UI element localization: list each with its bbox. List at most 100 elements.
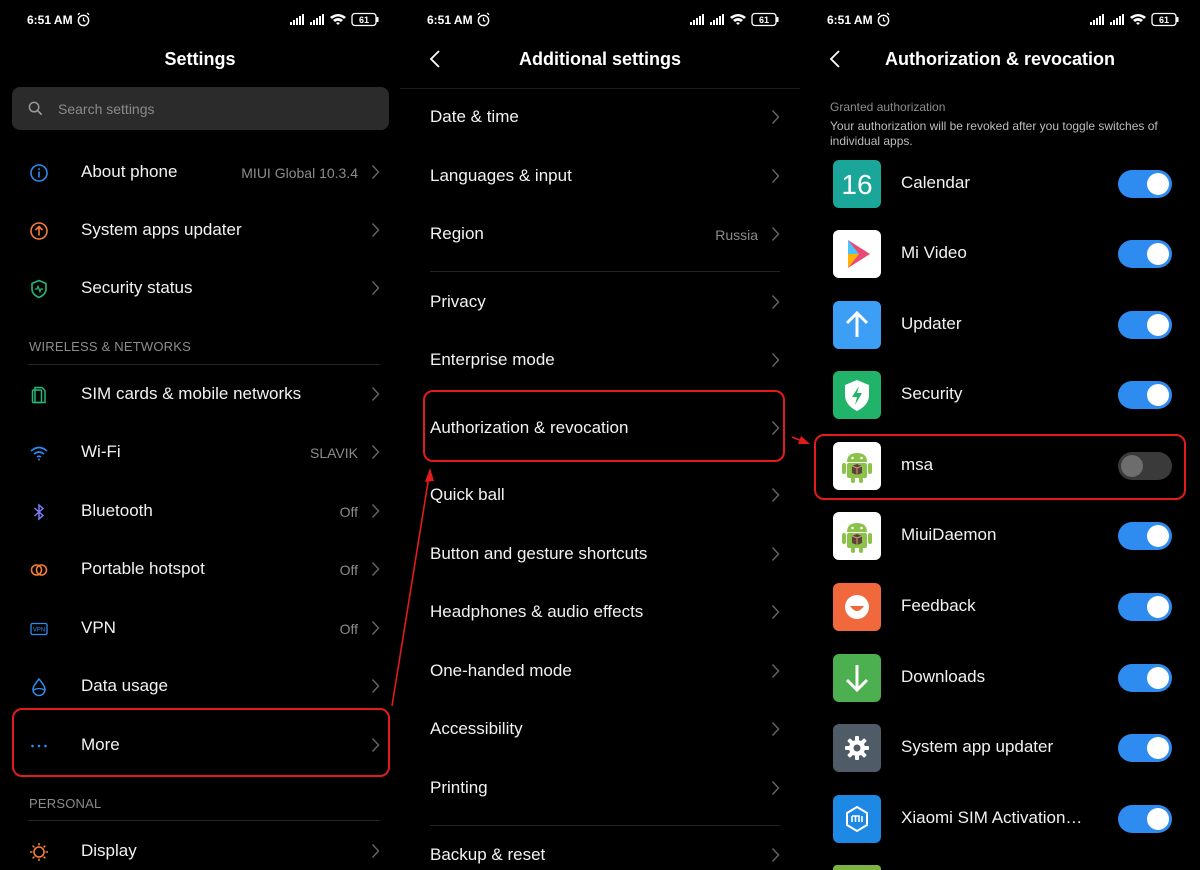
settings-item-label: About phone (81, 162, 178, 181)
toggle-switch[interactable] (1118, 170, 1172, 198)
app-row-system-app-updater: System app updater (800, 712, 1200, 782)
vpn-icon: VPN (30, 622, 48, 636)
chevron-right-icon (771, 295, 780, 309)
toggle-switch[interactable] (1118, 805, 1172, 833)
app-name: Feedback (901, 596, 976, 615)
chevron-right-icon (771, 227, 780, 241)
app-row-mi-video: Mi Video (800, 218, 1200, 288)
settings-item-accessibility[interactable]: Accessibility (400, 701, 800, 757)
settings-item-system-apps-updater[interactable]: System apps updater (0, 202, 400, 258)
app-name: Security (901, 384, 963, 403)
settings-item-portable-hotspot[interactable]: Portable hotspot Off (0, 541, 400, 597)
svg-text:VPN: VPN (33, 628, 45, 634)
search-placeholder: Search settings (58, 101, 155, 117)
section-header-wireless: WIRELESS & NETWORKS (29, 339, 191, 354)
settings-item-value: Russia (715, 227, 758, 243)
status-icons: 61 (690, 12, 779, 27)
page-title: Settings (164, 49, 236, 69)
settings-item-region[interactable]: Region Russia (400, 206, 800, 262)
settings-item-label: Wi-Fi (81, 442, 121, 461)
page-title: Additional settings (519, 49, 681, 69)
app-name: Downloads (901, 667, 986, 686)
settings-item-date-time[interactable]: Date & time (400, 89, 800, 145)
settings-item-data-usage[interactable]: Data usage (0, 658, 400, 714)
search-input[interactable]: Search settings (12, 87, 389, 130)
settings-item-one-handed-mode[interactable]: One-handed mode (400, 643, 800, 699)
status-bar: 6:51 AM 61 (400, 0, 800, 40)
settings-item-vpn[interactable]: VPN VPN Off (0, 600, 400, 656)
settings-item-label: Button and gesture shortcuts (430, 544, 648, 563)
settings-item-label: Headphones & audio effects (430, 602, 644, 621)
settings-item-value: MIUI Global 10.3.4 (241, 165, 358, 181)
toggle-switch[interactable] (1118, 381, 1172, 409)
toggle-knob (1147, 384, 1169, 406)
section-header-personal: PERSONAL (29, 796, 102, 811)
settings-item-printing[interactable]: Printing (400, 760, 800, 816)
settings-item-bluetooth[interactable]: Bluetooth Off (0, 483, 400, 539)
settings-item-quick-ball[interactable]: Quick ball (400, 467, 800, 523)
toggle-switch[interactable] (1118, 240, 1172, 268)
granted-heading: Granted authorization (830, 100, 946, 114)
settings-item-enterprise-mode[interactable]: Enterprise mode (400, 332, 800, 388)
settings-item-label: Enterprise mode (430, 350, 555, 369)
settings-item-privacy[interactable]: Privacy (400, 274, 800, 330)
settings-item-label: Security status (81, 278, 193, 297)
chevron-right-icon (771, 722, 780, 736)
alarm-icon (877, 12, 890, 27)
data-usage-icon (32, 677, 46, 697)
settings-item-languages[interactable]: Languages & input (400, 148, 800, 204)
toggle-knob (1147, 243, 1169, 265)
settings-item-label: Printing (430, 778, 488, 797)
app-row-calendar: 16 Calendar (800, 148, 1200, 218)
calendar-icon-text: 16 (841, 169, 873, 200)
settings-item-label: Data usage (81, 676, 168, 695)
status-bar: 6:51 AM 61 (800, 0, 1200, 40)
android-icon (833, 512, 881, 560)
calendar-icon: 16 (833, 160, 881, 208)
settings-item-value: Off (339, 562, 358, 578)
settings-item-headphones[interactable]: Headphones & audio effects (400, 584, 800, 640)
settings-item-label: Quick ball (430, 485, 505, 504)
chevron-right-icon (771, 169, 780, 183)
highlight-box-more (12, 708, 390, 777)
settings-item-about-phone[interactable]: About phone MIUI Global 10.3.4 (0, 144, 400, 200)
settings-item-display[interactable]: Display (0, 823, 400, 870)
updater-icon (833, 301, 881, 349)
settings-item-label: Date & time (430, 107, 519, 126)
chevron-right-icon (371, 223, 380, 237)
app-name: Calendar (901, 173, 970, 192)
divider (430, 271, 780, 272)
settings-item-button-gesture-shortcuts[interactable]: Button and gesture shortcuts (400, 526, 800, 582)
chevron-right-icon (371, 165, 380, 179)
feedback-icon (833, 583, 881, 631)
header: Additional settings (400, 40, 800, 80)
alarm-icon (77, 12, 90, 27)
toggle-switch[interactable] (1118, 311, 1172, 339)
settings-item-label: One-handed mode (430, 661, 572, 680)
chevron-right-icon (371, 387, 380, 401)
settings-item-label: Region (430, 224, 484, 243)
app-row-feedback: Feedback (800, 571, 1200, 641)
settings-item-label: VPN (81, 618, 116, 637)
app-row-security: Security (800, 359, 1200, 429)
shield-icon (31, 279, 47, 299)
chevron-right-icon (371, 844, 380, 858)
settings-item-security-status[interactable]: Security status (0, 260, 400, 316)
toggle-switch[interactable] (1118, 664, 1172, 692)
toggle-knob (1147, 737, 1169, 759)
settings-item-label: Privacy (430, 292, 486, 311)
settings-item-wifi[interactable]: Wi-Fi SLAVIK (0, 424, 400, 480)
app-name: System app updater (901, 737, 1054, 756)
toggle-switch[interactable] (1118, 522, 1172, 550)
chevron-right-icon (771, 353, 780, 367)
settings-item-sim-cards[interactable]: SIM cards & mobile networks (0, 366, 400, 422)
granted-description: Your authorization will be revoked after… (830, 119, 1158, 148)
status-time: 6:51 AM (27, 13, 73, 27)
toggle-switch[interactable] (1118, 734, 1172, 762)
settings-item-backup-reset[interactable]: Backup & reset (400, 827, 800, 870)
chevron-right-icon (371, 281, 380, 295)
toggle-switch[interactable] (1118, 593, 1172, 621)
chevron-right-icon (771, 781, 780, 795)
app-name: Xiaomi SIM Activation… (901, 808, 1083, 827)
toggle-knob (1147, 525, 1169, 547)
